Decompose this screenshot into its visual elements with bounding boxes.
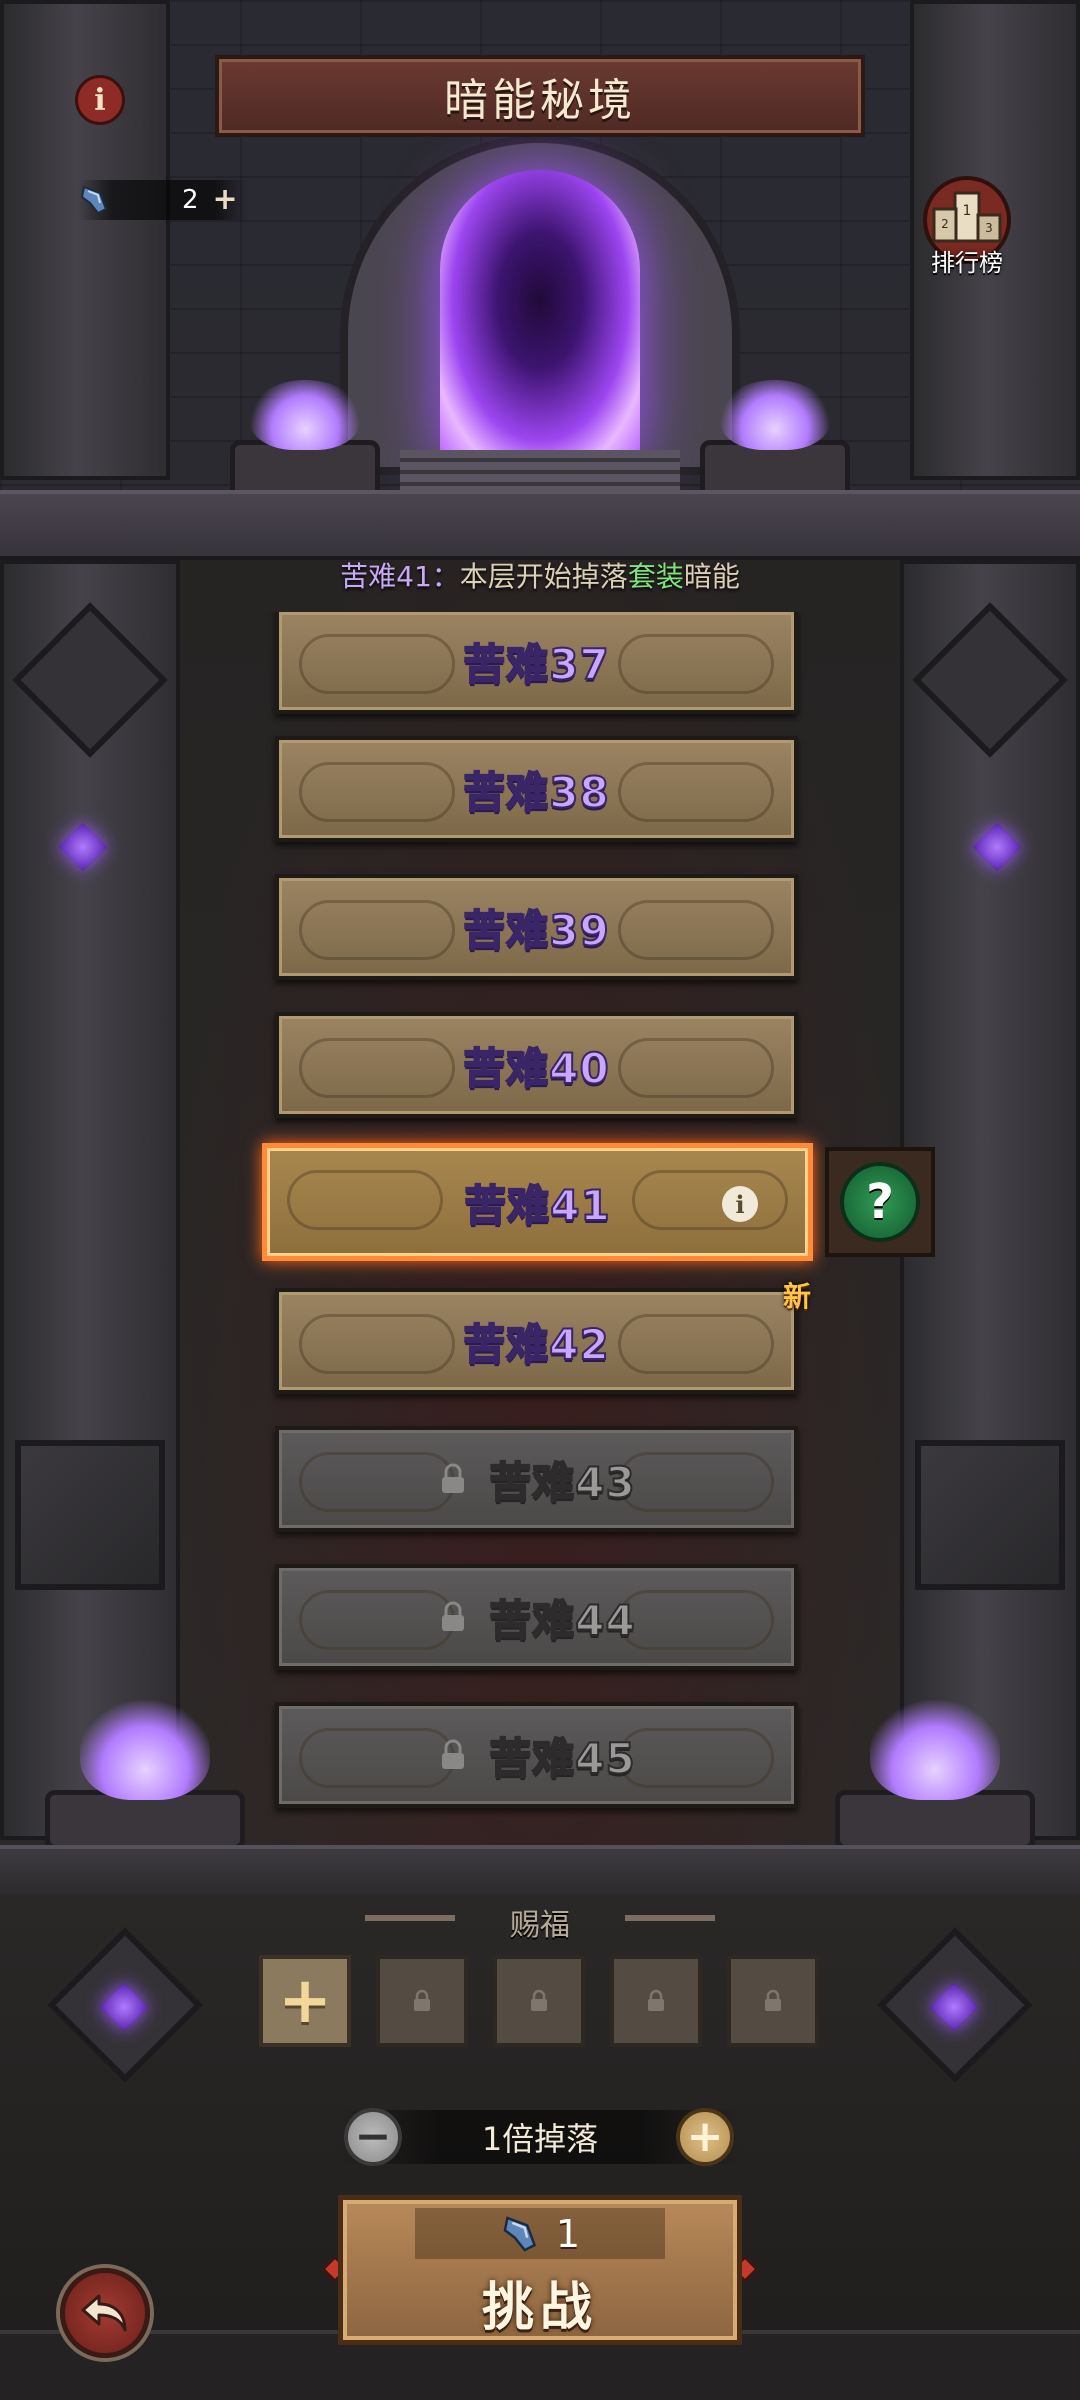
upper-ledge <box>0 490 1080 560</box>
lock-icon <box>414 1989 430 2011</box>
blessing-title: 赐福 <box>510 1908 570 1943</box>
blessing-slot-locked[interactable] <box>727 1955 819 2047</box>
blessing-slot-locked[interactable] <box>376 1955 468 2047</box>
info-icon: i <box>94 82 106 118</box>
level-label: 苦难39 <box>462 905 610 956</box>
level-info-icon[interactable]: i <box>722 1186 758 1222</box>
svg-text:1: 1 <box>963 203 972 219</box>
hint-text: 本层开始掉落 <box>459 560 628 593</box>
mystery-reward-button[interactable]: ? <box>825 1147 935 1257</box>
back-button[interactable] <box>60 2268 150 2358</box>
key-count: 2 <box>182 185 199 215</box>
hint-level: 苦难41： <box>340 560 460 593</box>
level-item-45-locked[interactable]: 苦难45 <box>275 1702 798 1808</box>
level-item-39[interactable]: 苦难39 <box>275 874 798 980</box>
question-mark-icon: ? <box>840 1162 920 1242</box>
increase-multiplier-button[interactable]: + <box>676 2108 734 2166</box>
minus-icon: − <box>354 2111 392 2162</box>
hint-highlight: 套装 <box>627 560 684 593</box>
flame-right-top <box>720 380 830 450</box>
key-icon <box>503 2215 537 2252</box>
new-badge: 新 <box>783 1280 812 1313</box>
lower-ledge <box>0 1845 1080 1895</box>
hint-suffix: 暗能 <box>683 560 740 593</box>
level-label: 苦难44 <box>488 1595 636 1646</box>
add-key-button[interactable]: + <box>213 185 238 215</box>
ranking-label: 排行榜 <box>931 249 1003 277</box>
blessing-slot-locked[interactable] <box>610 1955 702 2047</box>
level-label: 苦难41 <box>463 1180 611 1231</box>
left-pillar-top <box>0 0 170 480</box>
challenge-label: 挑战 <box>481 2278 598 2338</box>
portal <box>440 170 640 460</box>
level-label: 苦难45 <box>488 1733 636 1784</box>
page-title: 暗能秘境 <box>444 75 636 126</box>
level-item-43-locked[interactable]: 苦难43 <box>275 1426 798 1532</box>
svg-text:3: 3 <box>985 221 993 235</box>
blessing-deco-right <box>625 1915 715 1921</box>
level-item-41-selected[interactable]: 苦难41 i <box>262 1143 813 1261</box>
key-currency: 2 + <box>78 180 248 220</box>
blessing-add-button[interactable]: + <box>259 1955 351 2047</box>
level-item-37[interactable]: 苦难37 <box>275 612 798 714</box>
level-label: 苦难42 <box>462 1319 610 1370</box>
info-button[interactable]: i <box>75 75 125 125</box>
level-label: 苦难40 <box>462 1043 610 1094</box>
lock-icon <box>442 1463 465 1493</box>
lock-icon <box>648 1989 664 2011</box>
challenge-cost: 1 <box>415 2208 665 2259</box>
back-arrow-icon <box>81 2294 127 2332</box>
level-item-44-locked[interactable]: 苦难44 <box>275 1564 798 1670</box>
level-item-40[interactable]: 苦难40 <box>275 1012 798 1118</box>
plus-icon: + <box>278 1964 332 2038</box>
level-label: 苦难37 <box>462 639 610 690</box>
plus-icon: + <box>686 2111 724 2162</box>
level-label: 苦难43 <box>488 1457 636 1508</box>
lock-icon <box>442 1601 465 1631</box>
challenge-cost-value: 1 <box>555 2211 581 2256</box>
ranking-button[interactable]: 1 2 3 排行榜 <box>912 175 1022 285</box>
level-item-42[interactable]: 苦难42 <box>275 1288 798 1394</box>
level-item-38[interactable]: 苦难38 <box>275 736 798 842</box>
flame-left-top <box>250 380 360 450</box>
title-banner: 暗能秘境 <box>215 55 865 137</box>
key-icon <box>80 185 108 215</box>
lock-icon <box>442 1739 465 1769</box>
portal-stairs <box>400 450 680 490</box>
decrease-multiplier-button[interactable]: − <box>344 2108 402 2166</box>
level-label: 苦难38 <box>462 767 610 818</box>
lock-icon <box>531 1989 547 2011</box>
blessing-slot-locked[interactable] <box>493 1955 585 2047</box>
floor-hint: 苦难41：本层开始掉落套装暗能 <box>0 555 1080 595</box>
svg-text:2: 2 <box>941 217 949 231</box>
lock-icon <box>765 1989 781 2011</box>
challenge-button[interactable]: 1 挑战 <box>338 2195 742 2345</box>
multiplier-label: 1倍掉落 <box>481 2120 599 2158</box>
